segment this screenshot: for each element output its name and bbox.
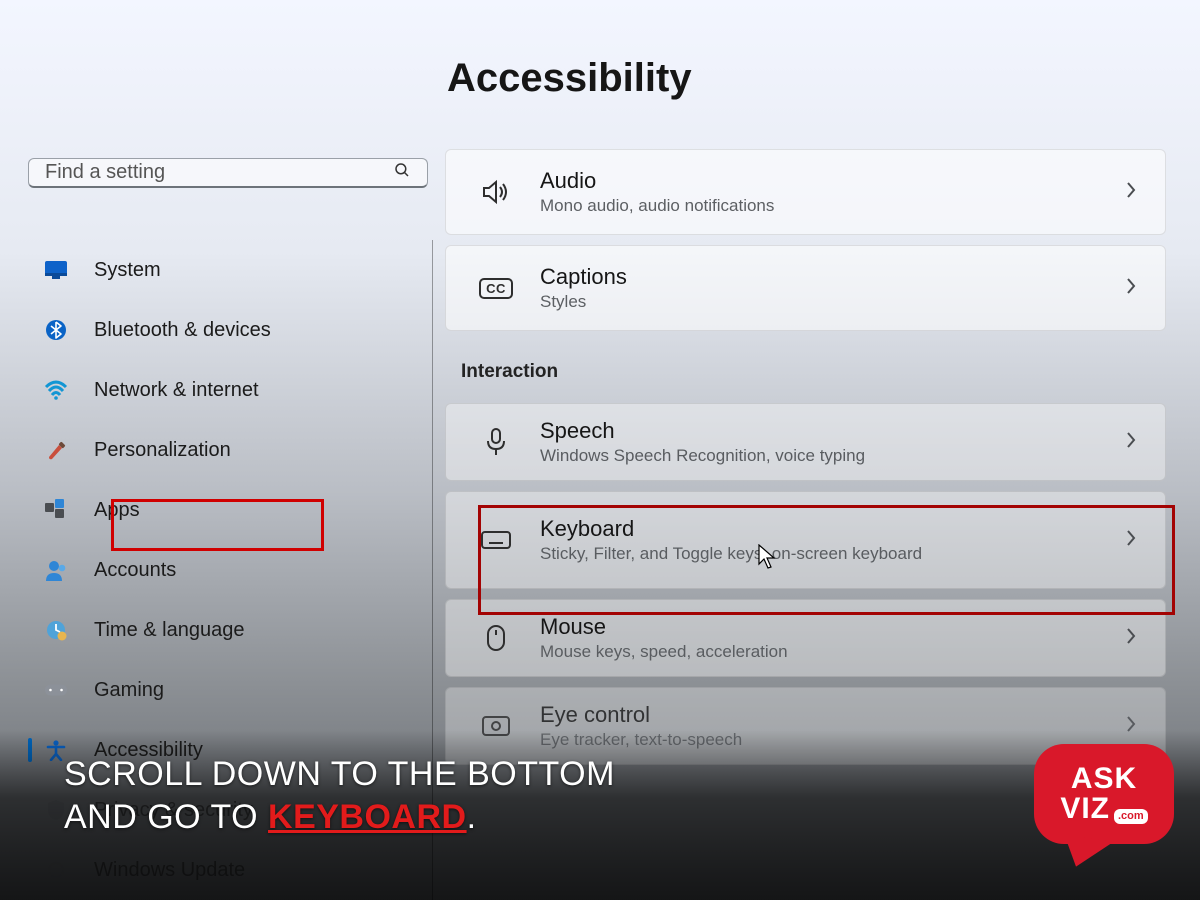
wifi-icon xyxy=(44,378,68,402)
clock-globe-icon xyxy=(44,618,68,642)
sidebar-item-network[interactable]: Network & internet xyxy=(28,360,431,420)
bluetooth-icon xyxy=(44,318,68,342)
card-text: Audio Mono audio, audio notifications xyxy=(540,168,1125,216)
card-subtitle: Eye tracker, text-to-speech xyxy=(540,730,1125,750)
card-speech[interactable]: Speech Windows Speech Recognition, voice… xyxy=(445,403,1166,481)
card-title: Keyboard xyxy=(540,516,1125,542)
card-title: Mouse xyxy=(540,614,1125,640)
card-text: Mouse Mouse keys, speed, acceleration xyxy=(540,614,1125,662)
sidebar-item-label: System xyxy=(94,259,161,282)
card-title: Eye control xyxy=(540,702,1125,728)
keyboard-icon xyxy=(474,529,518,551)
search-icon xyxy=(393,161,411,185)
paintbrush-icon xyxy=(44,438,68,462)
card-subtitle: Mouse keys, speed, acceleration xyxy=(540,642,1125,662)
chevron-right-icon xyxy=(1125,276,1137,301)
mouse-icon xyxy=(474,623,518,653)
sidebar-item-time-language[interactable]: Time & language xyxy=(28,600,431,660)
search-box[interactable] xyxy=(28,158,428,188)
card-text: Keyboard Sticky, Filter, and Toggle keys… xyxy=(540,516,1125,564)
apps-icon xyxy=(44,498,68,522)
monitor-icon xyxy=(44,258,68,282)
speaker-icon xyxy=(474,179,518,205)
card-audio[interactable]: Audio Mono audio, audio notifications xyxy=(445,149,1166,235)
chevron-right-icon xyxy=(1125,714,1137,739)
card-text: Speech Windows Speech Recognition, voice… xyxy=(540,418,1125,466)
instruction-caption: SCROLL DOWN TO THE BOTTOM AND GO TO KEYB… xyxy=(64,753,615,838)
eye-icon xyxy=(474,715,518,737)
card-title: Audio xyxy=(540,168,1125,194)
sidebar-item-label: Accounts xyxy=(94,559,176,582)
search-input[interactable] xyxy=(45,161,393,184)
card-subtitle: Styles xyxy=(540,292,1125,312)
captions-icon: CC xyxy=(474,278,518,299)
update-icon xyxy=(44,858,68,882)
card-mouse[interactable]: Mouse Mouse keys, speed, acceleration xyxy=(445,599,1166,677)
sidebar-item-label: Personalization xyxy=(94,439,231,462)
settings-window: System Bluetooth & devices Network & int… xyxy=(0,0,1200,900)
sidebar-item-label: Apps xyxy=(94,499,140,522)
sidebar-item-label: Windows Update xyxy=(94,859,245,882)
chevron-right-icon xyxy=(1125,626,1137,651)
card-text: Eye control Eye tracker, text-to-speech xyxy=(540,702,1125,750)
chevron-right-icon xyxy=(1125,180,1137,205)
sidebar-item-apps[interactable]: Apps xyxy=(28,480,431,540)
card-captions[interactable]: CC Captions Styles xyxy=(445,245,1166,331)
sidebar-item-system[interactable]: System xyxy=(28,240,431,300)
sidebar-item-label: Bluetooth & devices xyxy=(94,319,271,342)
microphone-icon xyxy=(474,427,518,457)
card-title: Speech xyxy=(540,418,1125,444)
sidebar-item-label: Time & language xyxy=(94,619,244,642)
card-subtitle: Mono audio, audio notifications xyxy=(540,196,1125,216)
chevron-right-icon xyxy=(1125,528,1137,553)
card-title: Captions xyxy=(540,264,1125,290)
sidebar-item-bluetooth[interactable]: Bluetooth & devices xyxy=(28,300,431,360)
gamepad-icon xyxy=(44,678,68,702)
page-title: Accessibility xyxy=(447,56,1166,101)
person-icon xyxy=(44,558,68,582)
sidebar-item-label: Network & internet xyxy=(94,379,259,402)
chevron-right-icon xyxy=(1125,430,1137,455)
card-text: Captions Styles xyxy=(540,264,1125,312)
card-subtitle: Sticky, Filter, and Toggle keys, on-scre… xyxy=(540,544,1125,564)
sidebar-item-windows-update[interactable]: Windows Update xyxy=(28,840,431,900)
section-interaction-label: Interaction xyxy=(461,361,1166,383)
sidebar-item-gaming[interactable]: Gaming xyxy=(28,660,431,720)
sidebar-item-accounts[interactable]: Accounts xyxy=(28,540,431,600)
card-subtitle: Windows Speech Recognition, voice typing xyxy=(540,446,1125,466)
card-keyboard[interactable]: Keyboard Sticky, Filter, and Toggle keys… xyxy=(445,491,1166,589)
caption-keyword: KEYBOARD xyxy=(268,798,467,836)
sidebar-item-label: Gaming xyxy=(94,679,164,702)
sidebar-item-personalization[interactable]: Personalization xyxy=(28,420,431,480)
